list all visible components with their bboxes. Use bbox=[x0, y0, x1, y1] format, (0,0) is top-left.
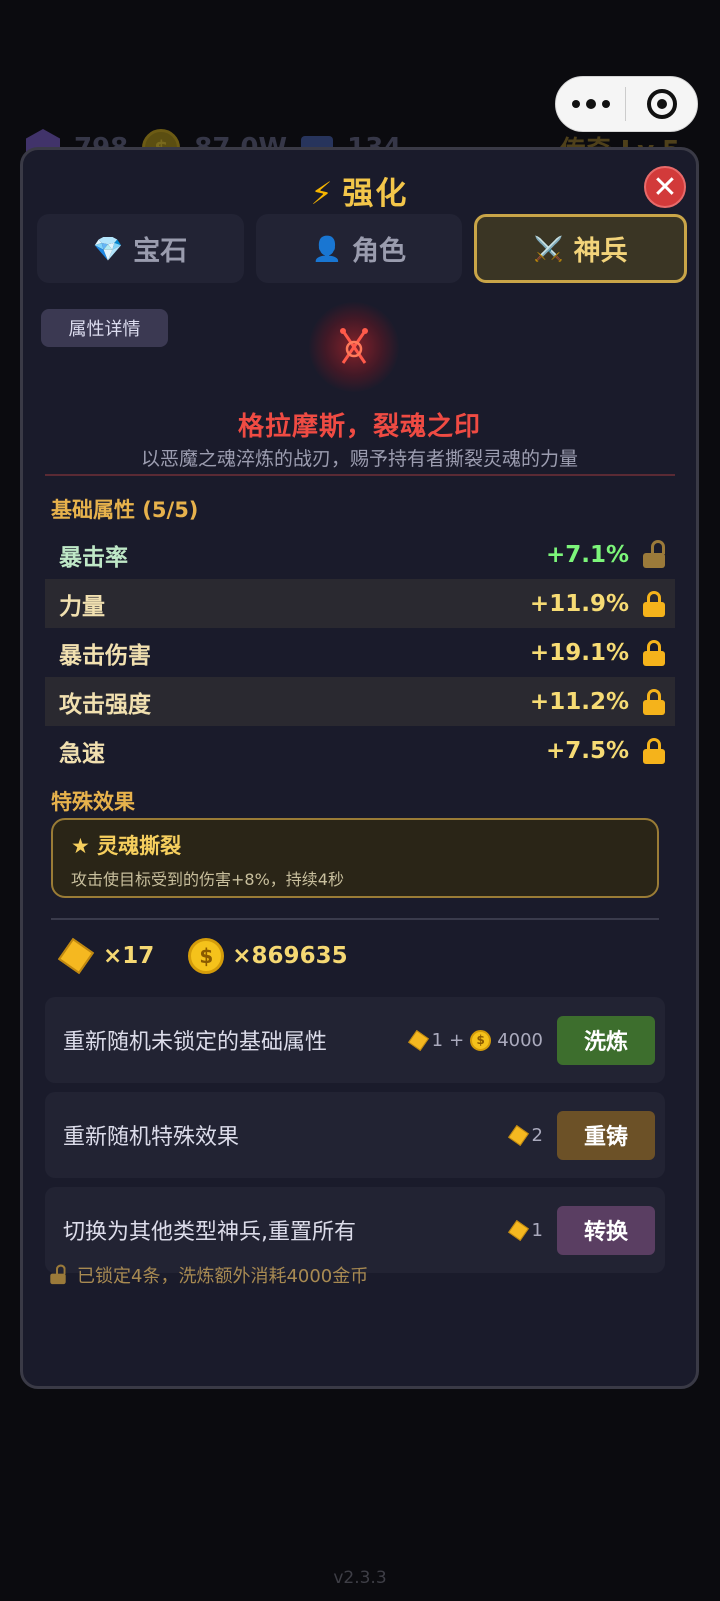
coin-icon: $ bbox=[470, 1029, 492, 1051]
stat-value: +11.9% bbox=[529, 590, 629, 617]
weapon-name: 格拉摩斯，裂魂之印 bbox=[237, 412, 481, 442]
lock-icon[interactable] bbox=[643, 590, 665, 617]
enhance-modal: ⚡ 强化 ✕ 💎 宝石 👤 角色 ⚔️ 神兵 属性详情 格拉摩斯，裂魂之印 以恶魔… bbox=[20, 147, 699, 1389]
action-label: 重新随机未锁定的基础属性 bbox=[63, 1030, 328, 1055]
ticket-icon bbox=[507, 1219, 529, 1241]
lock-icon bbox=[50, 1264, 66, 1285]
lock-icon[interactable] bbox=[643, 688, 665, 715]
stat-value: +11.2% bbox=[529, 688, 629, 715]
action-label: 切换为其他类型神兵,重置所有 bbox=[63, 1220, 356, 1245]
stat-value: +7.5% bbox=[545, 737, 629, 764]
tab-character-label: 角色 bbox=[351, 236, 406, 267]
recast-button[interactable]: 重铸 bbox=[557, 1110, 655, 1160]
lock-icon[interactable] bbox=[643, 737, 665, 764]
stat-name: 力量 bbox=[59, 593, 105, 620]
divider bbox=[51, 918, 659, 920]
action-cost: 1 bbox=[507, 1219, 543, 1241]
lock-icon[interactable] bbox=[643, 639, 665, 666]
ticket-cost: 1 bbox=[431, 1029, 444, 1051]
stat-row: 暴击率 +7.1% bbox=[45, 530, 675, 579]
coin-count: ×869635 bbox=[232, 943, 348, 969]
reroll-special-row: 重新随机特殊效果 2 重铸 bbox=[45, 1092, 665, 1178]
reroll-stats-row: 重新随机未锁定的基础属性 1 + $ 4000 洗炼 bbox=[45, 997, 665, 1083]
more-menu-icon[interactable] bbox=[556, 98, 625, 109]
base-stats-list: 暴击率 +7.1% 力量 +11.9% 暴击伤害 +19.1% 攻击强度 +11… bbox=[45, 530, 675, 775]
modal-title-text: 强化 bbox=[342, 176, 409, 212]
action-label: 重新随机特殊效果 bbox=[63, 1125, 240, 1150]
special-effect-name: ★ 灵魂撕裂 bbox=[71, 834, 182, 858]
stat-row: 急速 +7.5% bbox=[45, 726, 675, 775]
stat-row: 力量 +11.9% bbox=[45, 579, 675, 628]
person-icon: 👤 bbox=[312, 234, 342, 263]
plus-sign: + bbox=[449, 1029, 465, 1051]
stat-name: 暴击伤害 bbox=[59, 642, 151, 669]
modal-title: ⚡ 强化 bbox=[23, 168, 696, 213]
tab-gem[interactable]: 💎 宝石 bbox=[37, 214, 244, 283]
action-cost: 2 bbox=[507, 1124, 543, 1146]
weapon-description: 以恶魔之魂淬炼的战刃，赐予持有者撕裂灵魂的力量 bbox=[140, 448, 578, 470]
special-effect-title: 特殊效果 bbox=[51, 790, 135, 814]
tab-bar: 💎 宝石 👤 角色 ⚔️ 神兵 bbox=[37, 214, 688, 283]
coin-cost: 4000 bbox=[497, 1029, 543, 1051]
crossed-blades-icon bbox=[340, 328, 368, 364]
lock-note: 已锁定4条，洗炼额外消耗4000金币 bbox=[50, 1262, 369, 1288]
lightning-icon: ⚡ bbox=[310, 176, 335, 212]
stat-value: +7.1% bbox=[545, 541, 629, 568]
miniprogram-capsule bbox=[555, 76, 698, 132]
stat-row: 攻击强度 +11.2% bbox=[45, 677, 675, 726]
ticket-icon bbox=[507, 1124, 529, 1146]
ticket-cost: 2 bbox=[531, 1124, 543, 1146]
crossed-swords-icon: ⚔️ bbox=[533, 234, 564, 263]
convert-button[interactable]: 转换 bbox=[557, 1205, 655, 1255]
attribute-details-button[interactable]: 属性详情 bbox=[41, 309, 168, 347]
close-icon: ✕ bbox=[652, 169, 678, 205]
base-stats-title: 基础属性 (5/5) bbox=[51, 498, 199, 522]
ticket-icon bbox=[407, 1029, 429, 1051]
special-effect-description: 攻击使目标受到的伤害+8%，持续4秒 bbox=[71, 870, 344, 889]
resource-bar: ×17 $ ×869635 bbox=[57, 936, 348, 976]
stat-row: 暴击伤害 +19.1% bbox=[45, 628, 675, 677]
lock-note-text: 已锁定4条，洗炼额外消耗4000金币 bbox=[77, 1266, 369, 1287]
stat-name: 急速 bbox=[59, 740, 105, 767]
tab-divine-weapon[interactable]: ⚔️ 神兵 bbox=[474, 214, 688, 283]
tab-gem-label: 宝石 bbox=[133, 236, 188, 267]
special-effect-card: ★ 灵魂撕裂 攻击使目标受到的伤害+8%，持续4秒 bbox=[51, 818, 659, 898]
stat-name: 攻击强度 bbox=[59, 691, 151, 718]
coin-icon: $ bbox=[188, 938, 225, 974]
unlocked-lock-icon[interactable] bbox=[643, 539, 665, 568]
refine-button[interactable]: 洗炼 bbox=[557, 1015, 655, 1065]
tab-character[interactable]: 👤 角色 bbox=[255, 214, 463, 283]
close-button[interactable]: ✕ bbox=[644, 166, 686, 208]
stat-value: +19.1% bbox=[529, 639, 629, 666]
tab-divine-weapon-label: 神兵 bbox=[573, 236, 628, 267]
diamond-icon: 💎 bbox=[93, 234, 124, 263]
switch-type-row: 切换为其他类型神兵,重置所有 1 转换 bbox=[45, 1187, 665, 1273]
action-cost: 1 + $ 4000 bbox=[407, 1029, 543, 1051]
ticket-icon bbox=[57, 937, 95, 975]
divider bbox=[45, 474, 675, 476]
ticket-count: ×17 bbox=[103, 943, 155, 969]
version-label: v2.3.3 bbox=[333, 1568, 387, 1588]
exit-miniprogram-icon[interactable] bbox=[626, 89, 697, 119]
stat-name: 暴击率 bbox=[59, 544, 128, 571]
ticket-cost: 1 bbox=[531, 1219, 543, 1241]
weapon-icon bbox=[309, 302, 399, 392]
